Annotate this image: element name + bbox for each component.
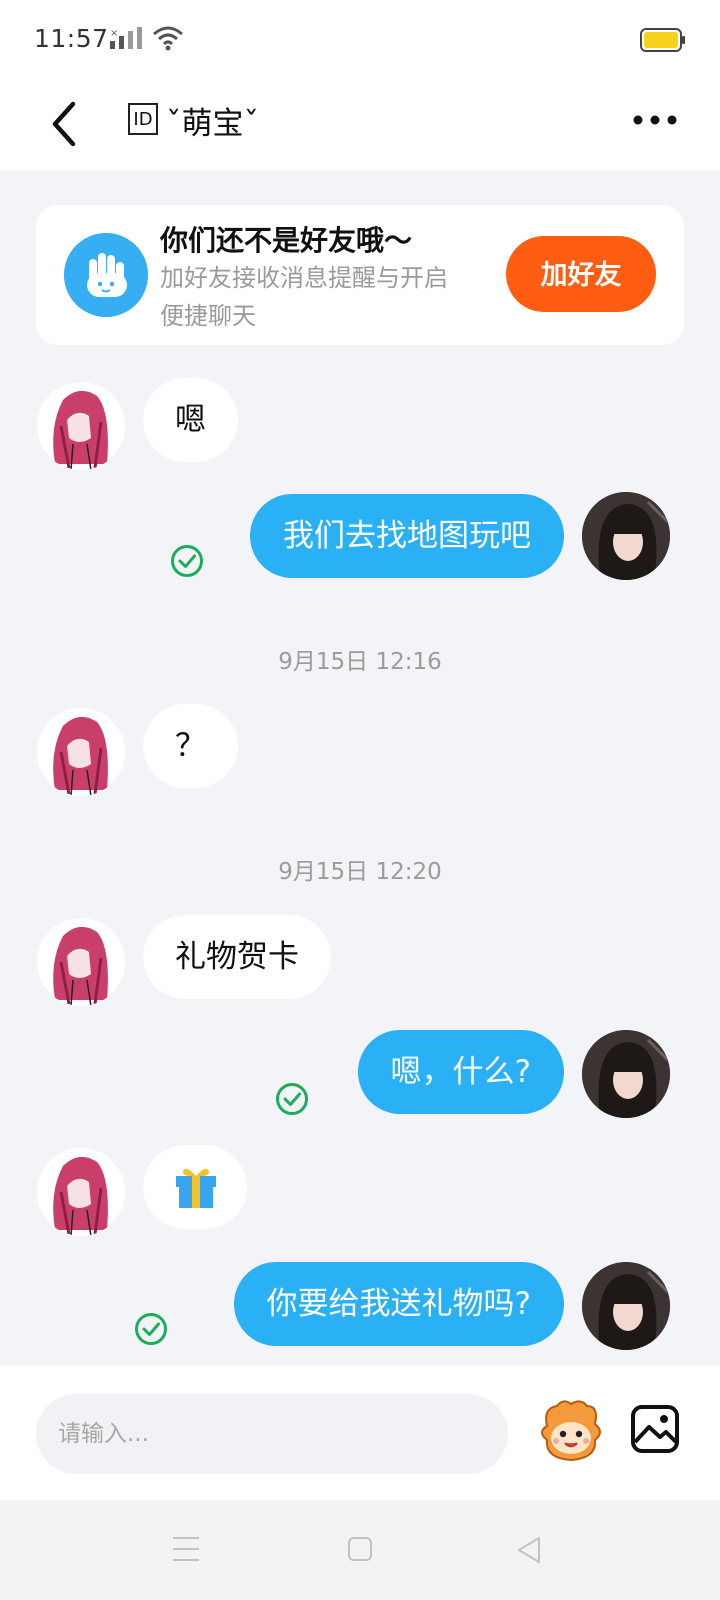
banner-description: 加好友接收消息提醒与开启 便捷聊天	[160, 259, 500, 335]
nav-menu-icon[interactable]	[172, 1536, 200, 1562]
my-avatar[interactable]	[582, 492, 670, 580]
message-bubble-outgoing[interactable]: 你要给我送礼物吗?	[233, 1262, 564, 1346]
add-friend-button[interactable]: 加好友	[506, 236, 656, 312]
contact-name[interactable]: ˇ萌宝ˇ	[166, 98, 259, 143]
back-icon[interactable]	[45, 98, 85, 150]
gift-icon	[176, 1168, 216, 1208]
id-badge: ID	[128, 103, 158, 135]
message-input[interactable]	[36, 1394, 508, 1474]
chat-header: ID ˇ萌宝ˇ	[0, 80, 720, 170]
message-bubble-incoming[interactable]: 嗯	[143, 378, 238, 462]
svg-text:×: ×	[110, 28, 118, 39]
system-nav-bar	[0, 1500, 720, 1600]
more-icon[interactable]	[632, 110, 678, 130]
wave-hand-icon	[64, 233, 148, 317]
banner-desc-line2: 便捷聊天	[160, 302, 256, 330]
message-timestamp: 9月15日 12:20	[278, 859, 442, 885]
banner-title: 你们还不是好友哦～	[160, 224, 413, 257]
contact-avatar[interactable]	[37, 918, 125, 1006]
my-avatar[interactable]	[582, 1262, 670, 1350]
message-bubble-outgoing[interactable]: 嗯，什么?	[357, 1030, 564, 1114]
contact-avatar[interactable]	[37, 382, 125, 470]
contact-avatar[interactable]	[37, 1148, 125, 1236]
banner-desc-line1: 加好友接收消息提醒与开启	[160, 264, 448, 292]
emoji-mascot-icon[interactable]	[535, 1396, 605, 1466]
signal-icon: ×	[110, 27, 142, 49]
message-bubble-incoming[interactable]: ？	[143, 704, 238, 788]
message-input-bar	[0, 1366, 720, 1500]
image-icon[interactable]	[630, 1404, 680, 1454]
nav-back-icon[interactable]	[516, 1536, 542, 1564]
message-timestamp: 9月15日 12:16	[278, 649, 442, 675]
wifi-icon	[153, 26, 183, 51]
status-bar: 11:57 ×	[0, 0, 720, 80]
gift-message-bubble[interactable]	[143, 1145, 247, 1229]
read-check-icon	[276, 1083, 308, 1115]
add-friend-banner: 你们还不是好友哦～ 加好友接收消息提醒与开启 便捷聊天 加好友	[36, 205, 684, 345]
read-check-icon	[135, 1313, 167, 1345]
contact-avatar[interactable]	[37, 708, 125, 796]
message-bubble-outgoing[interactable]: 我们去找地图玩吧	[250, 494, 564, 578]
nav-home-icon[interactable]	[347, 1536, 373, 1562]
read-check-icon	[171, 545, 203, 577]
battery-icon	[640, 28, 685, 52]
my-avatar[interactable]	[582, 1030, 670, 1118]
status-time: 11:57	[34, 24, 109, 53]
message-bubble-incoming[interactable]: 礼物贺卡	[143, 915, 331, 999]
